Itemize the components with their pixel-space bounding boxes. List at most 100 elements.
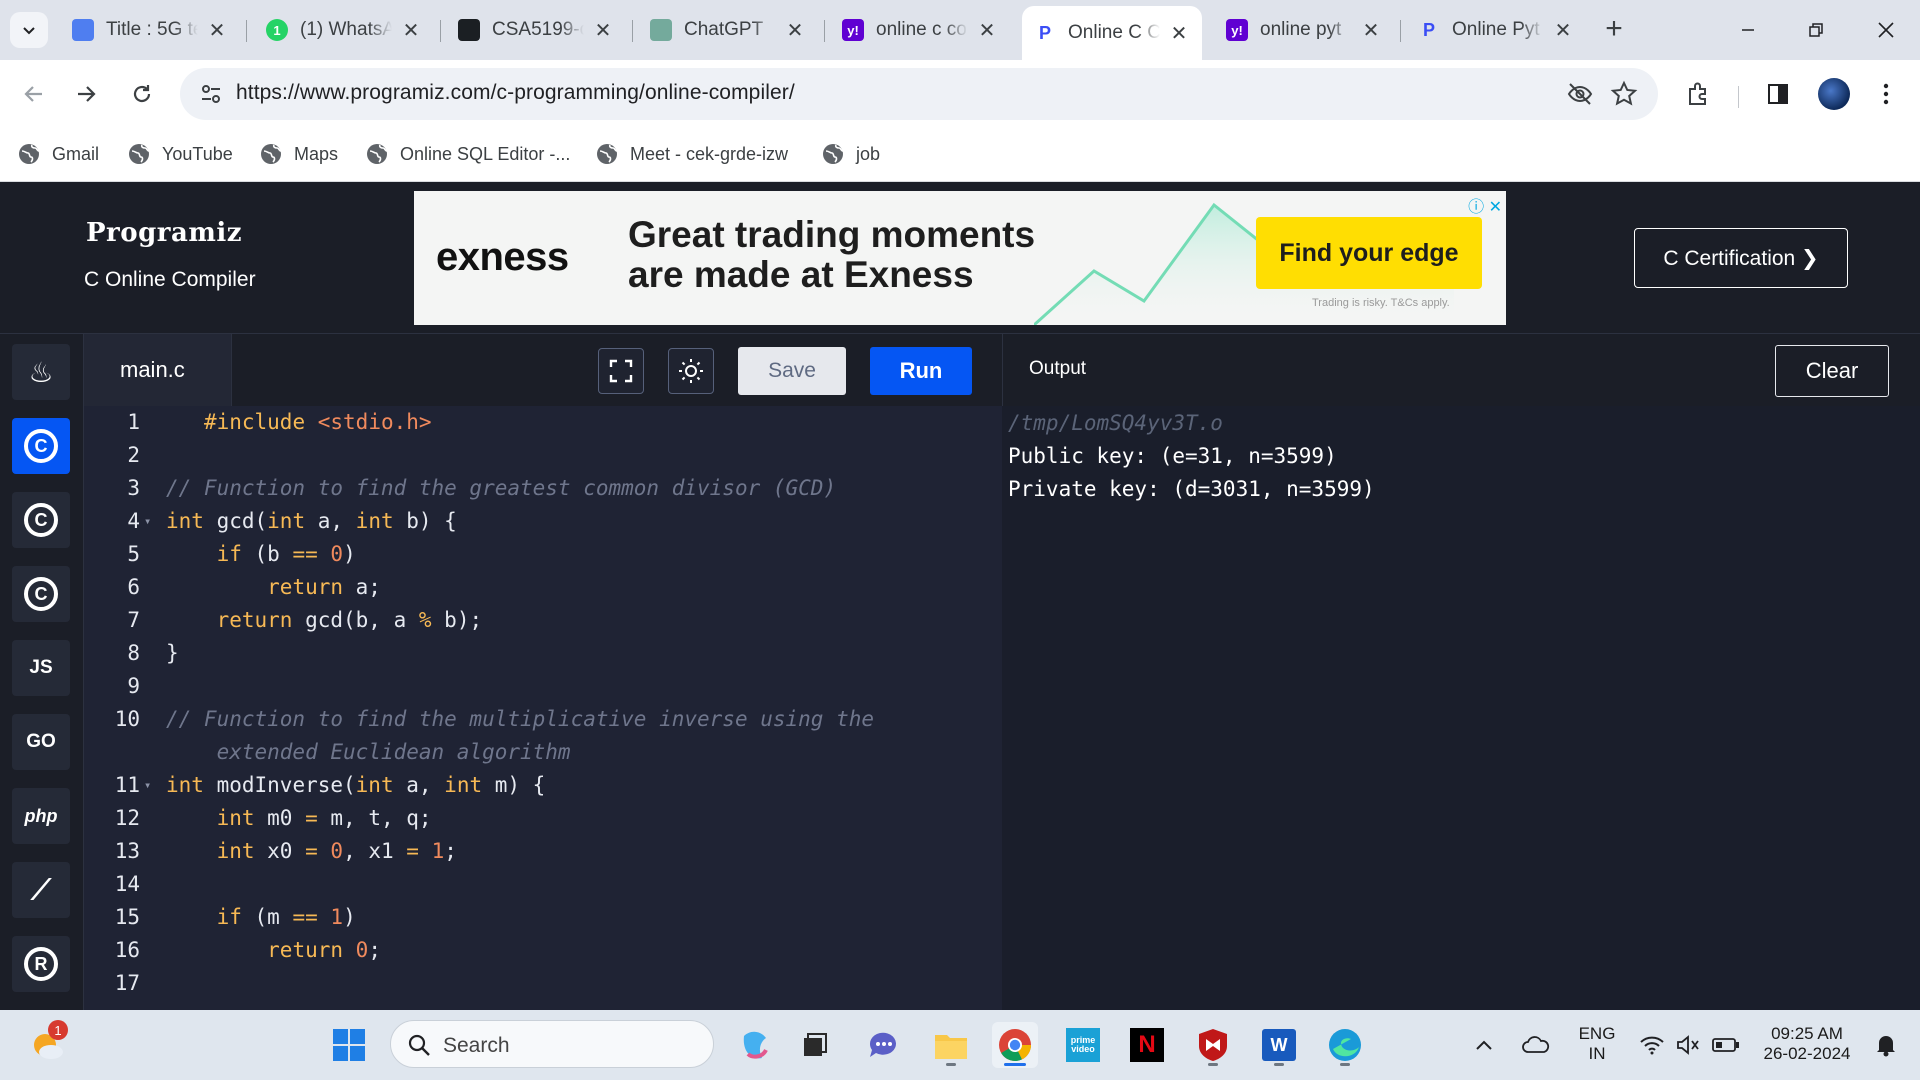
close-tab-icon[interactable]: ✕ [1552,18,1574,43]
tray-overflow-button[interactable] [1468,1022,1500,1068]
teams-chat-app[interactable] [860,1022,906,1068]
site-settings-icon[interactable] [198,81,224,107]
close-tab-icon[interactable]: ✕ [784,18,806,43]
code-line[interactable]: 10 // Function to find the multiplicative… [84,703,984,736]
code-line[interactable]: 16 return 0; [84,934,984,967]
code-line[interactable]: 13 int x0 = 0, x1 = 1; [84,835,984,868]
fold-toggle-icon[interactable]: ▾ [144,505,151,538]
wifi-tray[interactable] [1632,1022,1672,1068]
eye-off-icon[interactable] [1566,80,1594,108]
run-button[interactable]: Run [870,347,972,395]
close-tab-icon[interactable]: ✕ [400,18,422,43]
language-swift-button[interactable]: ⟋ [12,862,70,918]
ad-cta-button[interactable]: Find your edge [1256,217,1482,289]
language-rust-button[interactable]: R [12,936,70,992]
language-javascript-button[interactable]: JS [12,640,70,696]
restore-button[interactable] [1794,12,1838,48]
code-line[interactable]: 12 int m0 = m, t, q; [84,802,984,835]
copilot-app[interactable] [732,1022,778,1068]
output-console[interactable]: /tmp/LomSQ4yv3T.o Public key: (e=31, n=35… [1002,406,1920,1010]
ad-info-icon[interactable]: ⓘ ✕ [1468,193,1502,217]
weather-widget[interactable]: 1 [26,1020,72,1068]
language-go-button[interactable]: GO [12,714,70,770]
code-line[interactable]: 6 return a; [84,571,984,604]
notifications-button[interactable] [1866,1022,1906,1068]
browser-menu-button[interactable] [1868,76,1904,112]
code-editor[interactable]: 1 #include <stdio.h> 2 3 // Function to fin… [84,406,1002,1010]
code-line[interactable]: 8} [84,637,984,670]
extensions-button[interactable] [1680,76,1716,112]
code-line[interactable]: 11 ▾ int modInverse(int a, int m) { [84,769,984,802]
reload-button[interactable] [122,74,162,114]
close-tab-icon[interactable]: ✕ [206,18,228,43]
browser-tab[interactable]: y! online c co ✕ [830,8,1010,52]
code-line[interactable]: 3 // Function to find the greatest common… [84,472,984,505]
language-php-button[interactable]: php [12,788,70,844]
side-panel-button[interactable] [1760,76,1796,112]
code-line[interactable]: 17 [84,967,984,1000]
volume-tray[interactable] [1668,1022,1708,1068]
language-c-button[interactable]: C [12,418,70,474]
close-window-button[interactable] [1864,12,1908,48]
browser-tab[interactable]: y! online pyt ✕ [1214,8,1394,52]
browser-tab[interactable]: CSA5199-c ✕ [446,8,626,52]
code-line[interactable]: 1 #include <stdio.h> [84,406,984,439]
code-line[interactable]: 15 if (m == 1) [84,901,984,934]
close-tab-icon[interactable]: ✕ [1168,21,1190,46]
profile-avatar[interactable] [1818,78,1850,110]
bookmark-item[interactable]: Gmail [18,140,99,168]
browser-tab[interactable]: P Online C C ✕ [1022,6,1202,60]
url-text[interactable]: https://www.programiz.com/c-programming/… [236,81,795,105]
save-button[interactable]: Save [738,347,846,395]
bookmark-star-icon[interactable] [1610,80,1638,108]
language-csharp-button[interactable]: C [12,566,70,622]
fold-toggle-icon[interactable]: ▾ [144,769,151,802]
bookmark-item[interactable]: Online SQL Editor -... [366,140,570,168]
battery-tray[interactable] [1706,1022,1746,1068]
code-line[interactable]: extended Euclidean algorithm [84,736,984,769]
browser-tab[interactable]: P Online Pyt ✕ [1406,8,1586,52]
address-bar[interactable]: https://www.programiz.com/c-programming/… [180,68,1658,120]
word-app[interactable]: W [1256,1022,1302,1068]
code-line[interactable]: 2 [84,439,984,472]
bookmark-item[interactable]: job [822,140,880,168]
bookmark-item[interactable]: Meet - cek-grde-izw [596,140,788,168]
minimize-button[interactable] [1726,12,1770,48]
tab-search-button[interactable] [10,12,48,48]
taskbar-search[interactable]: Search [390,1020,714,1068]
code-line[interactable]: 4 ▾ int gcd(int a, int b) { [84,505,984,538]
prime-video-app[interactable]: prime video [1060,1022,1106,1068]
language-java-button[interactable]: ♨ [12,344,70,400]
netflix-app[interactable]: N [1124,1022,1170,1068]
browser-tab[interactable]: ChatGPT ✕ [638,8,818,52]
code-line[interactable]: 9 [84,670,984,703]
exness-ad-banner[interactable]: exness Great trading moments are made at… [414,191,1506,325]
certification-button[interactable]: C Certification ❯ [1634,228,1848,288]
fullscreen-button[interactable] [598,348,644,394]
onedrive-tray[interactable] [1516,1022,1556,1068]
close-tab-icon[interactable]: ✕ [1360,18,1382,43]
code-line[interactable]: 7 return gcd(b, a % b); [84,604,984,637]
file-explorer-app[interactable] [928,1022,974,1068]
browser-tab[interactable]: Title : 5G te ✕ [60,8,240,52]
code-line[interactable]: 14 [84,868,984,901]
clear-button[interactable]: Clear [1775,345,1889,397]
task-view-app[interactable] [792,1022,838,1068]
code-line[interactable]: 5 if (b == 0) [84,538,984,571]
language-cpp-button[interactable]: C [12,492,70,548]
mcafee-app[interactable] [1190,1022,1236,1068]
close-tab-icon[interactable]: ✕ [592,18,614,43]
start-button[interactable] [326,1022,372,1068]
browser-tab[interactable]: 1 (1) WhatsA ✕ [254,8,434,52]
new-tab-button[interactable]: + [1598,14,1630,46]
theme-toggle-button[interactable] [668,348,714,394]
language-indicator[interactable]: ENG IN [1574,1024,1620,1064]
back-button[interactable] [14,74,54,114]
bookmark-item[interactable]: Maps [260,140,338,168]
close-tab-icon[interactable]: ✕ [976,18,998,43]
programiz-logo[interactable]: Programiz [86,218,242,248]
file-tab-main[interactable]: main.c [84,334,232,406]
edge-app[interactable] [1322,1022,1368,1068]
bookmark-item[interactable]: YouTube [128,140,233,168]
forward-button[interactable] [66,74,106,114]
